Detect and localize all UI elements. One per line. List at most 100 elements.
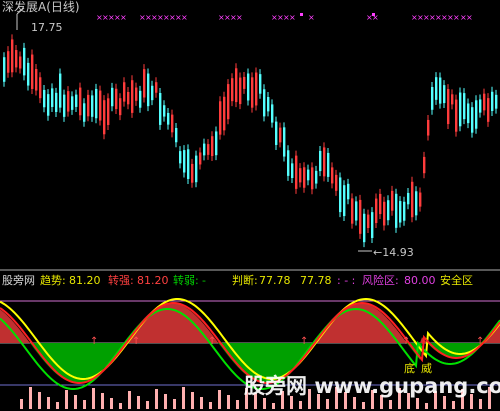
- candle: [479, 94, 482, 118]
- candle: [15, 45, 18, 73]
- price-candles: [3, 34, 498, 248]
- candle: [67, 86, 70, 117]
- volume-bar: [200, 397, 203, 409]
- signal-markers: × × × × × × × × × × × × × × × × × × × × × × × × × × × × × × × × × ×: [96, 13, 473, 22]
- volume-bar: [182, 387, 185, 409]
- separator-text: : - :: [337, 274, 356, 287]
- candle: [195, 150, 198, 188]
- sell-mark: ×: [120, 13, 127, 22]
- candle: [411, 176, 414, 223]
- candle: [235, 63, 238, 108]
- volume-bar: [56, 402, 59, 409]
- candle: [135, 82, 138, 106]
- candle: [391, 185, 394, 216]
- volume-bar: [272, 403, 275, 409]
- volume-bar: [38, 392, 41, 409]
- candle: [279, 122, 282, 148]
- candle: [259, 69, 262, 99]
- volume-bar: [65, 390, 68, 409]
- candle: [211, 131, 214, 162]
- candle: [255, 67, 258, 111]
- volume-bar: [155, 389, 158, 409]
- strong-value: 81.20: [137, 274, 169, 287]
- candle: [51, 83, 54, 112]
- candle: [163, 100, 166, 122]
- chart-title: 深发展A(日线): [2, 0, 80, 14]
- candle: [271, 99, 274, 128]
- candle: [399, 196, 402, 228]
- judge-value-2: 77.78: [300, 274, 332, 287]
- candle: [183, 145, 186, 178]
- candle: [443, 80, 446, 109]
- candle: [475, 95, 478, 134]
- candle: [251, 72, 254, 113]
- volume-bar: [299, 401, 302, 409]
- candle: [467, 98, 470, 129]
- candle: [355, 196, 358, 226]
- candle: [495, 89, 498, 114]
- risk-zone-value: 80.00: [404, 274, 436, 287]
- candle: [199, 147, 202, 170]
- candle: [103, 95, 106, 140]
- candle: [435, 72, 438, 105]
- low-price-label: ←14.93: [373, 246, 414, 259]
- candle: [43, 84, 46, 113]
- judge-value-1: 77.78: [259, 274, 291, 287]
- candle: [451, 89, 454, 110]
- candle: [319, 145, 322, 177]
- candle: [403, 196, 406, 226]
- candle: [331, 162, 334, 189]
- volume-bar: [47, 397, 50, 409]
- candle: [351, 193, 354, 229]
- candle: [447, 84, 450, 130]
- candle: [3, 52, 6, 87]
- volume-bar: [236, 400, 239, 409]
- candle: [99, 85, 102, 126]
- sell-mark: ×: [236, 13, 243, 22]
- candle: [439, 72, 442, 109]
- candle: [315, 165, 318, 189]
- candle: [159, 87, 162, 130]
- candle: [387, 195, 390, 226]
- volume-bar: [92, 388, 95, 409]
- volume-bar: [164, 394, 167, 409]
- sell-mark: ×: [308, 13, 315, 22]
- candle: [239, 72, 242, 110]
- candle: [139, 85, 142, 113]
- candle: [407, 187, 410, 210]
- strong-label: 转强:: [108, 274, 134, 287]
- candle: [335, 169, 338, 196]
- candle: [95, 83, 98, 124]
- buy-arrow-icon: ↑: [90, 336, 98, 347]
- volume-bar: [362, 402, 365, 409]
- candle: [31, 49, 34, 94]
- mark-dot: [372, 13, 375, 16]
- candle: [431, 82, 434, 115]
- candle: [83, 98, 86, 127]
- volume-bar: [173, 399, 176, 409]
- sell-mark: ×: [289, 13, 296, 22]
- volume-bar: [389, 400, 392, 409]
- candle: [303, 162, 306, 193]
- volume-bar: [74, 395, 77, 409]
- candle: [287, 145, 290, 181]
- volume-bar: [137, 396, 140, 409]
- volume-bar: [452, 401, 455, 409]
- candle: [207, 139, 210, 160]
- watermark: 股旁网 www.gupang.com: [244, 374, 500, 398]
- candle: [127, 86, 130, 110]
- candle: [283, 122, 286, 162]
- volume-bar: [191, 392, 194, 409]
- candle: [395, 188, 398, 233]
- candle: [35, 63, 38, 96]
- candle: [179, 146, 182, 169]
- candle: [375, 193, 378, 229]
- candle: [79, 82, 82, 121]
- candle: [415, 186, 418, 221]
- candle: [63, 89, 66, 122]
- volume-bar: [479, 399, 482, 409]
- volume-bar: [101, 393, 104, 409]
- sell-mark: ×: [466, 13, 473, 22]
- kline-chart[interactable]: × × × × × × × × × × × × × × × × × × × × × × × × × × × × × × × × × × ↑ ↑ ↑ ↑ ↑…: [0, 0, 500, 411]
- candle: [143, 64, 146, 103]
